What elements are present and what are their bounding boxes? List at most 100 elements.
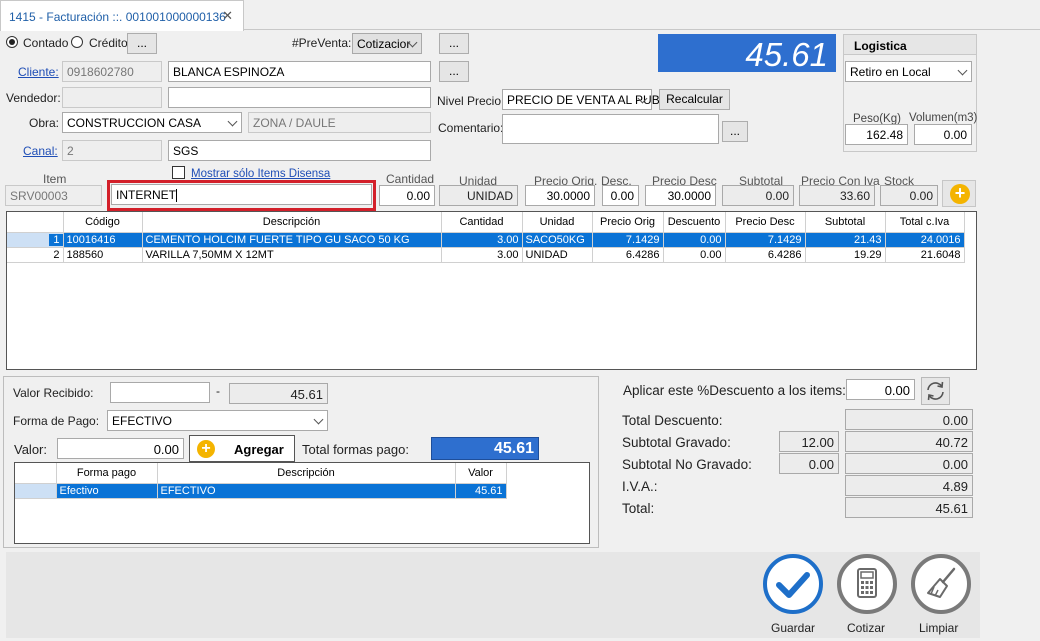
total-display: 45.61 bbox=[658, 34, 836, 73]
cell-valor: 45.61 bbox=[455, 483, 507, 499]
cell-cantidad: 3.00 bbox=[441, 232, 523, 248]
cliente-link[interactable]: Cliente: bbox=[18, 65, 59, 79]
preventa-more-button[interactable]: ... bbox=[439, 33, 469, 54]
add-item-button[interactable]: + bbox=[942, 180, 976, 207]
unidad-field[interactable]: UNIDAD bbox=[439, 185, 518, 206]
limpiar-button[interactable] bbox=[910, 553, 972, 615]
chevron-down-icon bbox=[313, 414, 324, 425]
cell-subtotal: 21.43 bbox=[805, 232, 886, 248]
recibido-total-field[interactable]: 45.61 bbox=[229, 383, 328, 404]
valor-recibido-field[interactable] bbox=[110, 382, 210, 403]
cell-descuento: 0.00 bbox=[663, 247, 726, 263]
cell-precio-desc: 6.4286 bbox=[725, 247, 806, 263]
cell-descripcion: VARILLA 7,50MM X 12MT bbox=[142, 247, 442, 263]
subtotal-gravado-field[interactable]: 40.72 bbox=[845, 431, 973, 452]
vendedor-id-field[interactable] bbox=[62, 87, 162, 108]
agregar-button[interactable]: + Agregar bbox=[189, 435, 295, 462]
cliente-id-field[interactable]: 0918602780 bbox=[62, 61, 162, 82]
contado-radio[interactable] bbox=[6, 36, 18, 48]
iva-field[interactable]: 4.89 bbox=[845, 475, 973, 496]
cliente-more-button[interactable]: ... bbox=[439, 61, 469, 82]
col-precio-orig[interactable]: Precio Orig bbox=[592, 212, 664, 233]
credito-more-button[interactable]: ... bbox=[127, 33, 157, 54]
total-label: Total: bbox=[622, 501, 655, 516]
precio-iva-field[interactable]: 33.60 bbox=[799, 185, 875, 206]
item-header: Item bbox=[43, 172, 67, 186]
obra-dropdown[interactable]: CONSTRUCCION CASA bbox=[62, 112, 242, 133]
zona-field[interactable]: ZONA / DAULE bbox=[248, 112, 431, 133]
col-precio-desc[interactable]: Precio Desc bbox=[725, 212, 806, 233]
refresh-button[interactable] bbox=[921, 377, 950, 405]
forma-pago-dropdown[interactable]: EFECTIVO bbox=[107, 410, 328, 431]
table-row[interactable]: Efectivo EFECTIVO 45.61 bbox=[15, 483, 507, 499]
comentario-label: Comentario: bbox=[438, 121, 504, 135]
valor-recibido-label: Valor Recibido: bbox=[13, 386, 94, 400]
logistica-dropdown[interactable]: Retiro en Local bbox=[845, 61, 972, 82]
table-row[interactable]: 2 188560 VARILLA 7,50MM X 12MT 3.00 UNID… bbox=[7, 247, 965, 263]
row-indicator bbox=[15, 483, 57, 499]
total-descuento-field[interactable]: 0.00 bbox=[845, 409, 973, 430]
comentario-field[interactable] bbox=[502, 114, 719, 144]
row-indicator: 2 bbox=[7, 247, 64, 263]
mostrar-label[interactable]: Mostrar sólo Items Disensa bbox=[191, 168, 330, 180]
subtotal-no-gravado-pct[interactable]: 0.00 bbox=[779, 453, 839, 474]
subtotal-field[interactable]: 0.00 bbox=[722, 185, 794, 206]
col-subtotal[interactable]: Subtotal bbox=[805, 212, 886, 233]
precio-orig-field[interactable]: 30.0000 bbox=[525, 185, 595, 206]
row-indicator-header bbox=[15, 463, 57, 484]
nivel-precio-dropdown[interactable]: PRECIO DE VENTA AL PUB bbox=[502, 89, 660, 110]
col-forma-pago[interactable]: Forma pago bbox=[56, 463, 158, 484]
row-indicator: 1 bbox=[7, 232, 64, 248]
vendedor-label: Vendedor: bbox=[6, 91, 61, 105]
subtotal-no-gravado-label: Subtotal No Gravado: bbox=[622, 457, 752, 472]
item-description-value: INTERNET bbox=[116, 188, 176, 202]
col-total-iva[interactable]: Total c.Iva bbox=[885, 212, 965, 233]
subtotal-no-gravado-field[interactable]: 0.00 bbox=[845, 453, 973, 474]
nivel-precio-value: PRECIO DE VENTA AL PUB bbox=[507, 93, 660, 107]
total-field[interactable]: 45.61 bbox=[845, 497, 973, 518]
cell-total-iva: 21.6048 bbox=[885, 247, 965, 263]
valor-field[interactable]: 0.00 bbox=[57, 438, 184, 459]
refresh-icon bbox=[927, 381, 944, 401]
item-code-field[interactable]: SRV00003 bbox=[5, 185, 102, 206]
comentario-more-button[interactable]: ... bbox=[722, 121, 748, 142]
col-valor[interactable]: Valor bbox=[455, 463, 507, 484]
cotizar-label: Cotizar bbox=[847, 621, 886, 635]
col-descripcion[interactable]: Descripción bbox=[157, 463, 456, 484]
col-codigo[interactable]: Código bbox=[63, 212, 143, 233]
table-row[interactable]: 1 10016416 CEMENTO HOLCIM FUERTE TIPO GU… bbox=[7, 232, 965, 248]
canal-id-field[interactable]: 2 bbox=[62, 140, 162, 161]
item-description-field[interactable]: INTERNET bbox=[111, 184, 372, 205]
stock-field[interactable]: 0.00 bbox=[880, 185, 938, 206]
col-unidad[interactable]: Unidad bbox=[522, 212, 593, 233]
cell-precio-desc: 7.1429 bbox=[725, 232, 806, 248]
cantidad-header: Cantidad bbox=[386, 172, 435, 186]
desc-field[interactable]: 0.00 bbox=[602, 185, 639, 206]
col-descripcion[interactable]: Descripción bbox=[142, 212, 442, 233]
preventa-dropdown[interactable]: Cotizacior bbox=[352, 33, 422, 54]
vendedor-name-field[interactable] bbox=[168, 87, 431, 108]
cliente-name-field[interactable]: BLANCA ESPINOZA bbox=[168, 61, 431, 82]
tab-facturacion[interactable]: 1415 - Facturación ::. 001001000000136 ✕ bbox=[0, 0, 244, 31]
credito-radio[interactable] bbox=[71, 36, 83, 48]
close-icon[interactable]: ✕ bbox=[222, 8, 233, 24]
mostrar-checkbox[interactable] bbox=[172, 166, 185, 179]
precio-desc-field[interactable]: 30.0000 bbox=[645, 185, 716, 206]
cotizar-button[interactable] bbox=[836, 553, 898, 615]
peso-field[interactable]: 162.48 bbox=[845, 124, 908, 145]
cell-forma-pago: Efectivo bbox=[56, 483, 158, 499]
guardar-button[interactable] bbox=[762, 553, 824, 615]
canal-link[interactable]: Canal: bbox=[23, 144, 58, 158]
recalcular-button[interactable]: Recalcular bbox=[659, 89, 730, 110]
calculator-icon bbox=[837, 554, 897, 614]
col-cantidad[interactable]: Cantidad bbox=[441, 212, 523, 233]
cell-precio-orig: 6.4286 bbox=[592, 247, 664, 263]
col-descuento[interactable]: Descuento bbox=[663, 212, 726, 233]
aplicar-field[interactable]: 0.00 bbox=[846, 379, 915, 400]
canal-name-field[interactable]: SGS bbox=[168, 140, 431, 161]
cantidad-field[interactable]: 0.00 bbox=[379, 185, 435, 206]
cell-total-iva: 24.0016 bbox=[885, 232, 965, 248]
subtotal-gravado-pct[interactable]: 12.00 bbox=[779, 431, 839, 452]
volumen-field[interactable]: 0.00 bbox=[914, 124, 972, 145]
aplicar-label: Aplicar este %Descuento a los items: bbox=[623, 383, 846, 398]
